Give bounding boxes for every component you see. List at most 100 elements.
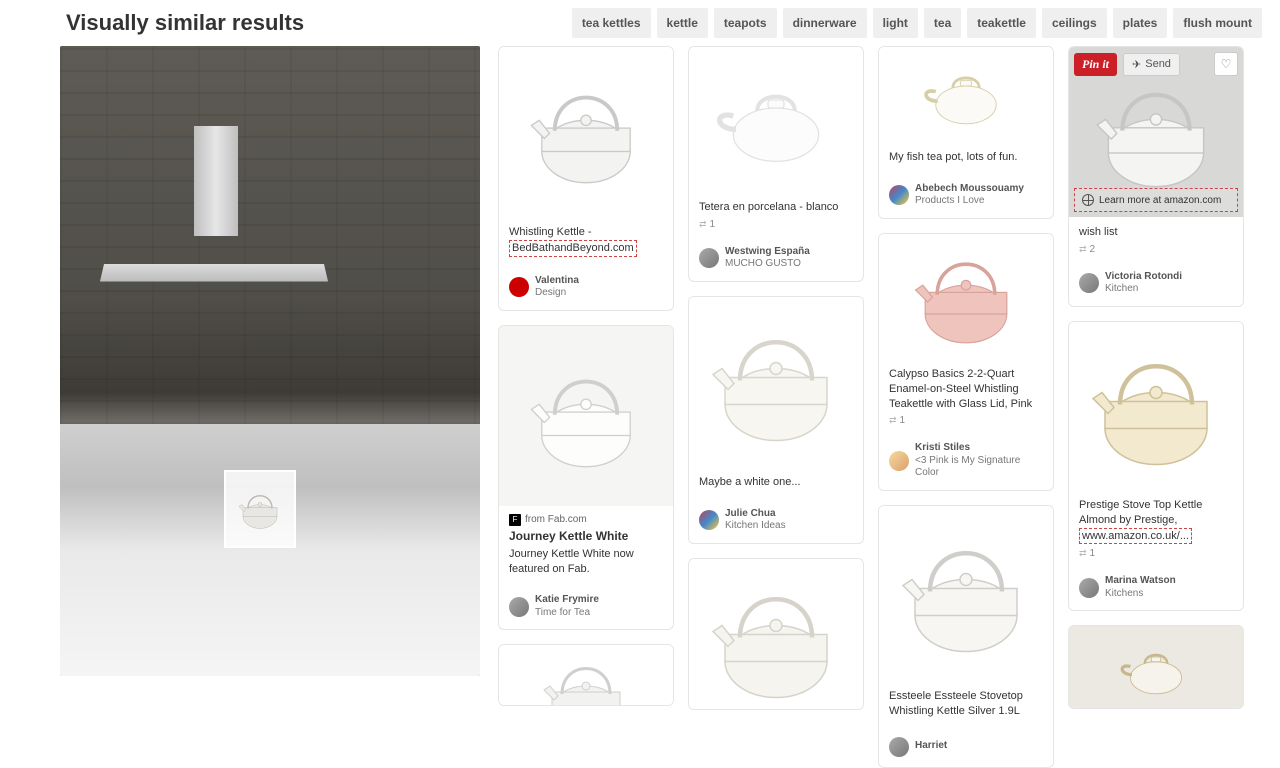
- kettle-icon: [235, 484, 285, 534]
- pin-user: Katie Frymire: [535, 594, 599, 607]
- pin-user: Valentina: [535, 275, 579, 288]
- avatar: [889, 737, 909, 757]
- pin-board: Kitchen Ideas: [725, 520, 786, 533]
- pin-board: Kitchens: [1105, 588, 1176, 601]
- pin-title: Prestige Stove Top Kettle Almond by Pres…: [1079, 499, 1202, 526]
- kettle-icon: [521, 356, 651, 476]
- pin-title: Maybe a white one...: [699, 475, 853, 490]
- globe-icon: [1082, 194, 1094, 206]
- avatar: [1079, 273, 1099, 293]
- avatar: [889, 185, 909, 205]
- heart-icon: ♡: [1221, 57, 1232, 71]
- pin-card[interactable]: [498, 644, 674, 706]
- results-col-3: My fish tea pot, lots of fun. Abebech Mo…: [878, 46, 1054, 768]
- pin-title: My fish tea pot, lots of fun.: [889, 150, 1043, 165]
- learn-more-link[interactable]: Learn more at amazon.com: [1074, 188, 1238, 212]
- repin-icon: ⇄: [1079, 244, 1087, 255]
- tag-flush-mount[interactable]: flush mount: [1173, 8, 1262, 38]
- pin-source-link[interactable]: BedBathandBeyond.com: [509, 240, 637, 257]
- pin-it-button[interactable]: Pin it: [1074, 53, 1117, 76]
- repin-icon: ⇄: [1079, 548, 1087, 559]
- tag-teapots[interactable]: teapots: [714, 8, 777, 38]
- kettle-icon: [701, 312, 851, 452]
- send-button[interactable]: ✈Send: [1123, 53, 1180, 76]
- like-button[interactable]: ♡: [1214, 52, 1238, 76]
- avatar: [509, 277, 529, 297]
- pin-card[interactable]: My fish tea pot, lots of fun. Abebech Mo…: [878, 46, 1054, 219]
- pin-board: Kitchen: [1105, 283, 1182, 296]
- related-tags: tea kettles kettle teapots dinnerware li…: [572, 8, 1262, 38]
- pin-title: Calypso Basics 2-2-Quart Enamel-on-Steel…: [889, 367, 1043, 412]
- pin-card[interactable]: Calypso Basics 2-2-Quart Enamel-on-Steel…: [878, 233, 1054, 491]
- results-col-1: Whistling Kettle - BedBathandBeyond.com …: [498, 46, 674, 768]
- range-hood: [104, 126, 324, 286]
- repin-icon: ⇄: [699, 219, 707, 230]
- pin-card[interactable]: Essteele Essteele Stovetop Whistling Ket…: [878, 505, 1054, 768]
- pin-attribution[interactable]: Katie FrymireTime for Tea: [499, 588, 673, 629]
- teapot-icon: [1116, 630, 1196, 708]
- avatar: [509, 597, 529, 617]
- results-col-2: Tetera en porcelana - blanco ⇄1 Westwing…: [688, 46, 864, 768]
- visual-search-crop[interactable]: [224, 470, 296, 548]
- pin-attribution[interactable]: Westwing EspañaMUCHO GUSTO: [689, 240, 863, 281]
- pin-attribution[interactable]: Abebech MoussouamyProducts I Love: [879, 177, 1053, 218]
- pin-source-link[interactable]: www.amazon.co.uk/...: [1079, 528, 1192, 545]
- results-grid: Whistling Kettle - BedBathandBeyond.com …: [498, 46, 1262, 768]
- pin-card[interactable]: Maybe a white one... Julie ChuaKitchen I…: [688, 296, 864, 544]
- pin-attribution[interactable]: Marina WatsonKitchens: [1069, 569, 1243, 610]
- pin-board: MUCHO GUSTO: [725, 258, 810, 271]
- kettle-icon: [891, 523, 1041, 663]
- pin-attribution[interactable]: Victoria RotondiKitchen: [1069, 265, 1243, 306]
- pin-user: Julie Chua: [725, 508, 786, 521]
- pin-attribution[interactable]: Kristi Stiles<3 Pink is My Signature Col…: [879, 436, 1053, 490]
- pin-source-prefix: from Fab.com: [525, 514, 587, 525]
- pin-user: Westwing España: [725, 246, 810, 259]
- pin-repin-count: 1: [1090, 548, 1096, 559]
- tag-teakettle[interactable]: teakettle: [967, 8, 1036, 38]
- source-image[interactable]: [60, 46, 480, 676]
- pin-source-title: Journey Kettle White: [509, 529, 663, 543]
- tag-ceilings[interactable]: ceilings: [1042, 8, 1107, 38]
- avatar: [699, 248, 719, 268]
- tag-plates[interactable]: plates: [1113, 8, 1168, 38]
- tag-kettle[interactable]: kettle: [657, 8, 708, 38]
- kettle-icon: [1086, 67, 1226, 197]
- pin-title: Tetera en porcelana - blanco: [699, 200, 853, 215]
- source-badge-icon: F: [509, 514, 521, 526]
- pin-repin-count: 2: [1090, 244, 1096, 255]
- repin-icon: ⇄: [889, 415, 897, 426]
- pin-card[interactable]: Prestige Stove Top Kettle Almond by Pres…: [1068, 321, 1244, 612]
- kettle-icon: [521, 72, 651, 192]
- pin-repin-count: 1: [710, 219, 716, 230]
- pin-board: Time for Tea: [535, 607, 599, 620]
- pin-user: Harriet: [915, 740, 947, 753]
- avatar: [1079, 578, 1099, 598]
- pin-board: <3 Pink is My Signature Color: [915, 455, 1043, 480]
- pin-attribution[interactable]: Harriet: [879, 731, 1053, 767]
- tag-tea[interactable]: tea: [924, 8, 961, 38]
- tag-dinnerware[interactable]: dinnerware: [783, 8, 867, 38]
- pin-card[interactable]: Ffrom Fab.com Journey Kettle White Journ…: [498, 325, 674, 631]
- pin-card[interactable]: [688, 558, 864, 710]
- pin-title: Whistling Kettle -: [509, 226, 592, 238]
- page-title: Visually similar results: [18, 10, 304, 36]
- pin-hover-actions: Pin it ✈Send ♡: [1074, 52, 1238, 76]
- tag-tea-kettles[interactable]: tea kettles: [572, 8, 651, 38]
- pin-user: Kristi Stiles: [915, 442, 1043, 455]
- kettle-icon: [701, 569, 851, 709]
- kettle-icon: [536, 645, 636, 705]
- avatar: [699, 510, 719, 530]
- kettle-icon: [906, 241, 1026, 351]
- pin-attribution[interactable]: ValentinaDesign: [499, 269, 673, 310]
- pin-card[interactable]: Tetera en porcelana - blanco ⇄1 Westwing…: [688, 46, 864, 282]
- pin-user: Marina Watson: [1105, 575, 1176, 588]
- kettle-icon: [1081, 336, 1231, 476]
- pin-attribution[interactable]: Julie ChuaKitchen Ideas: [689, 502, 863, 543]
- tag-light[interactable]: light: [873, 8, 918, 38]
- pin-user: Abebech Moussouamy: [915, 183, 1024, 196]
- teapot-icon: [911, 52, 1021, 137]
- pin-card[interactable]: Whistling Kettle - BedBathandBeyond.com …: [498, 46, 674, 311]
- pin-card-hovered[interactable]: Pin it ✈Send ♡ Learn more at amazon.com …: [1068, 46, 1244, 307]
- teapot-icon: [701, 60, 851, 180]
- pin-card[interactable]: [1068, 625, 1244, 709]
